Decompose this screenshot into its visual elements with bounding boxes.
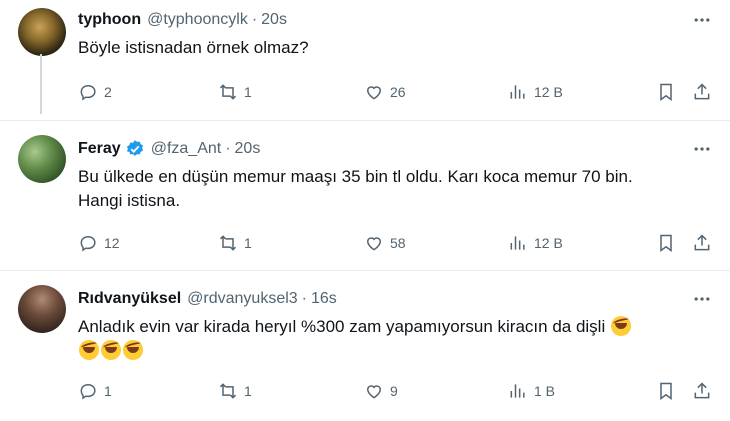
tweet-header: Feray @fza_Ant · 20s — [78, 137, 260, 161]
tweet-text: Anladık evin var kirada heryıl %300 zam … — [78, 315, 698, 363]
views-button[interactable]: 12 B — [508, 231, 563, 255]
retweet-button[interactable]: 1 — [218, 231, 252, 255]
reply-count: 2 — [104, 84, 112, 100]
views-count: 1 B — [534, 383, 556, 399]
share-button[interactable] — [692, 80, 712, 104]
bookmark-button[interactable] — [656, 379, 676, 403]
retweet-count: 1 — [244, 383, 252, 399]
tweet-text: Böyle istisnadan örnek olmaz? — [78, 38, 309, 57]
rolling-on-floor-laughing-icon — [79, 340, 99, 360]
tweet-header: typhoon @typhooncylk · 20s — [78, 8, 287, 32]
retweet-count: 1 — [244, 84, 252, 100]
share-icon — [694, 234, 710, 251]
retweet-count: 1 — [244, 235, 252, 251]
timestamp[interactable]: 20s — [235, 140, 261, 158]
reply-icon — [80, 84, 96, 101]
timestamp[interactable]: 16s — [311, 290, 337, 308]
avatar[interactable] — [18, 135, 66, 183]
tweet-text-line: Bu ülkede en düşün memur maaşı 35 bin tl… — [78, 167, 633, 186]
retweet-button[interactable]: 1 — [218, 80, 252, 104]
views-button[interactable]: 1 B — [508, 379, 555, 403]
more-icon[interactable] — [692, 139, 712, 159]
tweet-header: Rıdvanyüksel @rdvanyuksel3 · 16s — [78, 287, 337, 311]
rolling-on-floor-laughing-icon — [123, 340, 143, 360]
tweet-2[interactable]: Feray @fza_Ant · 20s Bu ülkede en düşün … — [0, 120, 730, 271]
reply-count: 1 — [104, 383, 112, 399]
reply-count: 12 — [104, 235, 120, 251]
retweet-icon — [219, 383, 237, 399]
retweet-icon — [219, 84, 237, 100]
reply-button[interactable]: 1 — [78, 379, 112, 403]
share-button[interactable] — [692, 231, 712, 255]
display-name[interactable]: Rıdvanyüksel — [78, 290, 181, 308]
rolling-on-floor-laughing-icon — [610, 316, 631, 336]
user-handle[interactable]: @fza_Ant — [151, 140, 222, 158]
share-icon — [694, 83, 710, 100]
like-count: 26 — [390, 84, 406, 100]
reply-icon — [80, 383, 96, 400]
tweet-actions: 1 1 9 1 B — [72, 379, 716, 403]
display-name[interactable]: Feray — [78, 140, 121, 158]
views-icon — [510, 384, 525, 398]
like-button[interactable]: 58 — [364, 231, 406, 255]
share-icon — [694, 382, 710, 399]
like-count: 58 — [390, 235, 406, 251]
tweet-text-line: Hangi istisna. — [78, 191, 181, 210]
timestamp[interactable]: 20s — [261, 11, 287, 29]
separator: · — [251, 11, 258, 28]
like-icon — [366, 86, 382, 100]
like-button[interactable]: 26 — [364, 80, 406, 104]
tweet-actions: 12 1 58 12 B — [72, 231, 716, 255]
retweet-icon — [219, 235, 237, 251]
retweet-button[interactable]: 1 — [218, 379, 252, 403]
views-count: 12 B — [534, 84, 563, 100]
rolling-on-floor-laughing-icon — [101, 340, 121, 360]
more-icon[interactable] — [692, 289, 712, 309]
tweet-text: Bu ülkede en düşün memur maaşı 35 bin tl… — [78, 165, 698, 213]
separator: · — [301, 290, 307, 307]
like-icon — [366, 237, 382, 251]
avatar[interactable] — [18, 285, 66, 333]
reply-button[interactable]: 2 — [78, 80, 112, 104]
emoji-row — [78, 339, 144, 363]
tweet-1[interactable]: typhoon @typhooncylk · 20s Böyle istisna… — [0, 0, 730, 120]
tweet-text-line: Anladık evin var kirada heryıl %300 zam … — [78, 317, 606, 336]
verified-badge-icon — [125, 139, 145, 159]
reply-icon — [80, 235, 96, 252]
avatar[interactable] — [18, 8, 66, 56]
like-button[interactable]: 9 — [364, 379, 398, 403]
bookmark-icon — [660, 234, 672, 252]
bookmark-button[interactable] — [656, 80, 676, 104]
tweet-3[interactable]: Rıdvanyüksel @rdvanyuksel3 · 16s Anladık… — [0, 270, 730, 421]
thread-line — [40, 54, 42, 114]
user-handle[interactable]: @rdvanyuksel3 — [187, 290, 298, 308]
views-icon — [510, 85, 525, 99]
reply-button[interactable]: 12 — [78, 231, 120, 255]
views-button[interactable]: 12 B — [508, 80, 563, 104]
display-name[interactable]: typhoon — [78, 11, 141, 29]
separator: · — [225, 140, 231, 157]
user-handle[interactable]: @typhooncylk — [147, 11, 248, 29]
bookmark-icon — [660, 83, 672, 101]
like-count: 9 — [390, 383, 398, 399]
views-count: 12 B — [534, 235, 563, 251]
like-icon — [366, 385, 382, 399]
more-icon[interactable] — [692, 10, 712, 30]
tweet-actions: 2 1 26 12 B — [72, 80, 716, 104]
share-button[interactable] — [692, 379, 712, 403]
bookmark-icon — [660, 382, 672, 400]
bookmark-button[interactable] — [656, 231, 676, 255]
views-icon — [510, 236, 525, 250]
